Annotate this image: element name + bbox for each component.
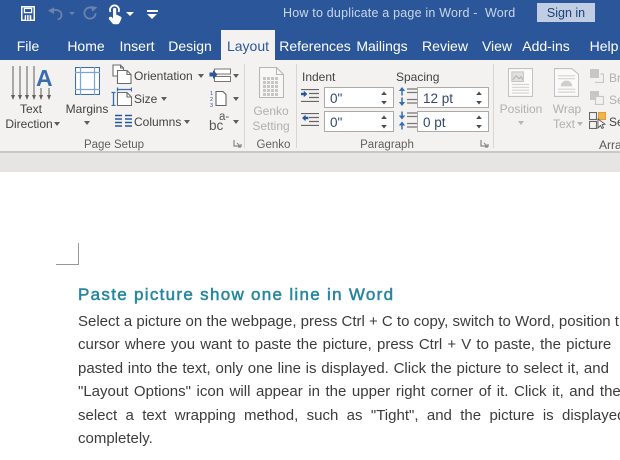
svg-text:A: A (36, 66, 53, 91)
svg-text:3: 3 (210, 103, 213, 107)
